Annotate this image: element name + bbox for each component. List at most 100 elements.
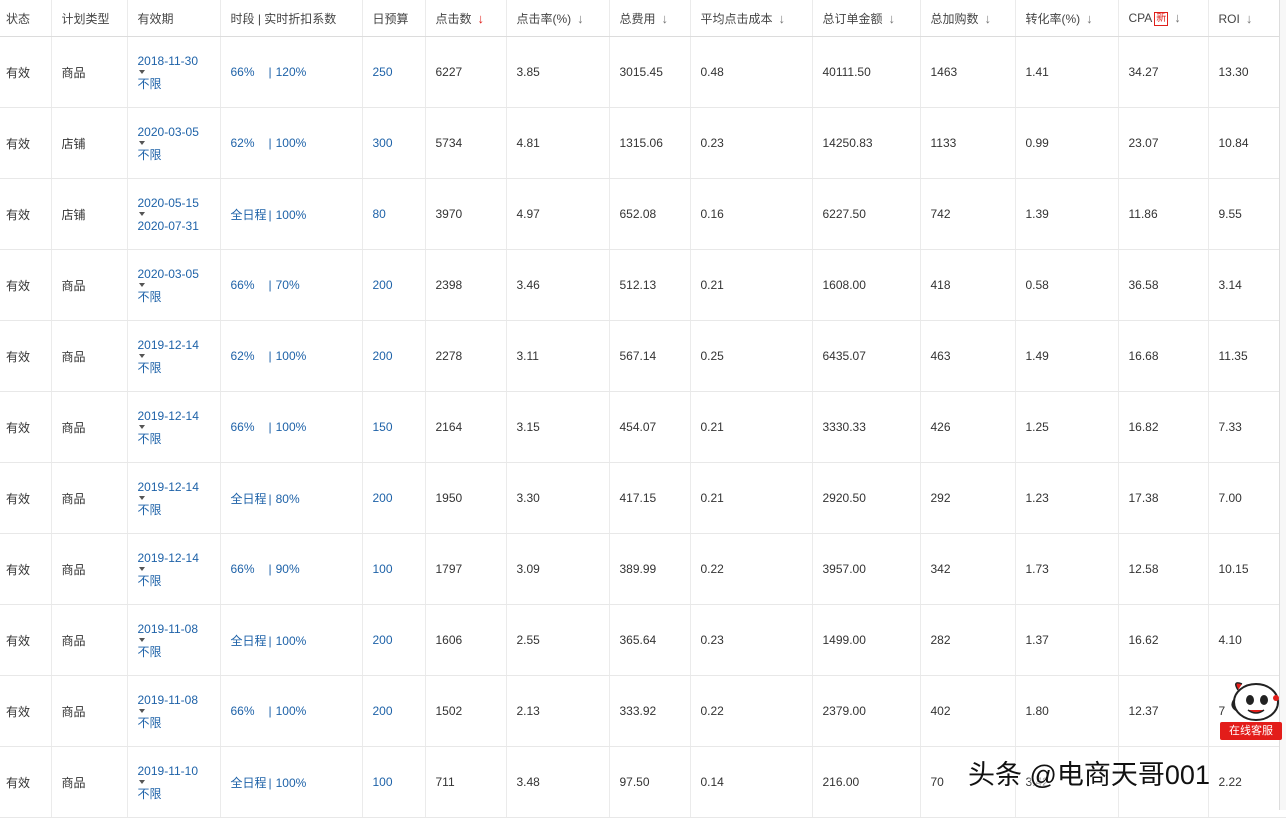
cell-time-discount[interactable]: 66% | 90%: [220, 533, 363, 605]
sort-arrow-icon[interactable]: ↓: [478, 11, 485, 26]
discount-link[interactable]: 100%: [276, 349, 307, 363]
caret-down-icon[interactable]: [138, 211, 145, 216]
date-end[interactable]: 不限: [138, 361, 220, 375]
sort-arrow-icon[interactable]: ↓: [577, 11, 584, 26]
cell-daily-budget[interactable]: 200: [362, 462, 426, 534]
caret-down-icon[interactable]: [138, 282, 145, 287]
discount-link[interactable]: 90%: [276, 562, 300, 576]
date-end[interactable]: 不限: [138, 77, 220, 91]
date-start[interactable]: 2019-11-08: [138, 693, 220, 707]
caret-down-icon[interactable]: [138, 779, 145, 784]
caret-down-icon[interactable]: [138, 637, 145, 642]
cell-validity[interactable]: 2019-12-14 不限: [127, 462, 221, 534]
cell-daily-budget[interactable]: 100: [362, 746, 426, 818]
cell-time-discount[interactable]: 全日程 | 100%: [220, 178, 363, 250]
cell-validity[interactable]: 2019-11-08 不限: [127, 604, 221, 676]
date-start[interactable]: 2020-03-05: [138, 267, 220, 281]
sort-arrow-icon[interactable]: ↓: [662, 11, 669, 26]
sort-arrow-icon[interactable]: ↓: [985, 11, 992, 26]
caret-down-icon[interactable]: [138, 566, 145, 571]
header-cart-adds[interactable]: 总加购数 ↓: [920, 0, 1016, 37]
cell-validity[interactable]: 2019-12-14 不限: [127, 533, 221, 605]
header-cpa[interactable]: CPA 新 ↓: [1118, 0, 1209, 37]
cell-validity[interactable]: 2020-05-15 2020-07-31: [127, 178, 221, 250]
date-end[interactable]: 不限: [138, 148, 220, 162]
date-end[interactable]: 不限: [138, 432, 220, 446]
header-ctr[interactable]: 点击率(%) ↓: [506, 0, 610, 37]
time-slot-link[interactable]: 66%: [231, 562, 269, 576]
date-start[interactable]: 2019-12-14: [138, 551, 220, 565]
date-start[interactable]: 2018-11-30: [138, 54, 220, 68]
cell-time-discount[interactable]: 全日程 | 80%: [220, 462, 363, 534]
sort-arrow-icon[interactable]: ↓: [779, 11, 786, 26]
caret-down-icon[interactable]: [138, 495, 145, 500]
cell-daily-budget[interactable]: 200: [362, 320, 426, 392]
cell-validity[interactable]: 2019-12-14 不限: [127, 320, 221, 392]
cell-daily-budget[interactable]: 100: [362, 533, 426, 605]
cell-daily-budget[interactable]: 150: [362, 391, 426, 463]
header-clicks[interactable]: 点击数 ↓: [425, 0, 507, 37]
cell-validity[interactable]: 2019-12-14 不限: [127, 391, 221, 463]
discount-link[interactable]: 100%: [276, 704, 307, 718]
cell-validity[interactable]: 2019-11-10 不限: [127, 746, 221, 818]
time-slot-link[interactable]: 全日程: [231, 632, 269, 649]
cell-time-discount[interactable]: 62% | 100%: [220, 107, 363, 179]
date-end[interactable]: 2020-07-31: [138, 219, 220, 233]
header-avg-cpc[interactable]: 平均点击成本 ↓: [690, 0, 813, 37]
time-slot-link[interactable]: 62%: [231, 349, 269, 363]
cell-time-discount[interactable]: 全日程 | 100%: [220, 746, 363, 818]
online-service-widget[interactable]: 在线客服: [1220, 672, 1286, 746]
date-end[interactable]: 不限: [138, 503, 220, 517]
discount-link[interactable]: 100%: [276, 136, 307, 150]
caret-down-icon[interactable]: [138, 69, 145, 74]
sort-arrow-icon[interactable]: ↓: [1174, 10, 1181, 25]
time-slot-link[interactable]: 全日程: [231, 206, 269, 223]
header-order-amount[interactable]: 总订单金额 ↓: [812, 0, 921, 37]
cell-time-discount[interactable]: 66% | 100%: [220, 675, 363, 747]
discount-link[interactable]: 100%: [276, 420, 307, 434]
cell-daily-budget[interactable]: 80: [362, 178, 426, 250]
time-slot-link[interactable]: 62%: [231, 136, 269, 150]
date-start[interactable]: 2019-11-10: [138, 764, 220, 778]
time-slot-link[interactable]: 66%: [231, 278, 269, 292]
cell-time-discount[interactable]: 66% | 70%: [220, 249, 363, 321]
date-end[interactable]: 不限: [138, 290, 220, 304]
date-start[interactable]: 2019-12-14: [138, 409, 220, 423]
cell-time-discount[interactable]: 66% | 100%: [220, 391, 363, 463]
cell-time-discount[interactable]: 全日程 | 100%: [220, 604, 363, 676]
date-start[interactable]: 2020-03-05: [138, 125, 220, 139]
discount-link[interactable]: 70%: [276, 278, 300, 292]
discount-link[interactable]: 120%: [276, 65, 307, 79]
header-conversion-rate[interactable]: 转化率(%) ↓: [1015, 0, 1119, 37]
time-slot-link[interactable]: 66%: [231, 704, 269, 718]
time-slot-link[interactable]: 66%: [231, 65, 269, 79]
sort-arrow-icon[interactable]: ↓: [1246, 11, 1253, 26]
date-end[interactable]: 不限: [138, 645, 220, 659]
cell-validity[interactable]: 2020-03-05 不限: [127, 249, 221, 321]
cell-daily-budget[interactable]: 300: [362, 107, 426, 179]
discount-link[interactable]: 80%: [276, 492, 300, 506]
cell-time-discount[interactable]: 62% | 100%: [220, 320, 363, 392]
cell-daily-budget[interactable]: 250: [362, 36, 426, 108]
date-start[interactable]: 2019-12-14: [138, 480, 220, 494]
date-start[interactable]: 2019-12-14: [138, 338, 220, 352]
header-total-cost[interactable]: 总费用 ↓: [609, 0, 691, 37]
discount-link[interactable]: 100%: [276, 776, 307, 790]
caret-down-icon[interactable]: [138, 353, 145, 358]
date-start[interactable]: 2020-05-15: [138, 196, 220, 210]
discount-link[interactable]: 100%: [276, 634, 307, 648]
cell-daily-budget[interactable]: 200: [362, 604, 426, 676]
header-roi[interactable]: ROI ↓: [1208, 0, 1286, 37]
discount-link[interactable]: 100%: [276, 208, 307, 222]
cell-validity[interactable]: 2019-11-08 不限: [127, 675, 221, 747]
time-slot-link[interactable]: 66%: [231, 420, 269, 434]
time-slot-link[interactable]: 全日程: [231, 490, 269, 507]
cell-daily-budget[interactable]: 200: [362, 675, 426, 747]
caret-down-icon[interactable]: [138, 140, 145, 145]
date-start[interactable]: 2019-11-08: [138, 622, 220, 636]
cell-validity[interactable]: 2018-11-30 不限: [127, 36, 221, 108]
caret-down-icon[interactable]: [138, 424, 145, 429]
date-end[interactable]: 不限: [138, 787, 220, 801]
time-slot-link[interactable]: 全日程: [231, 774, 269, 791]
cell-daily-budget[interactable]: 200: [362, 249, 426, 321]
